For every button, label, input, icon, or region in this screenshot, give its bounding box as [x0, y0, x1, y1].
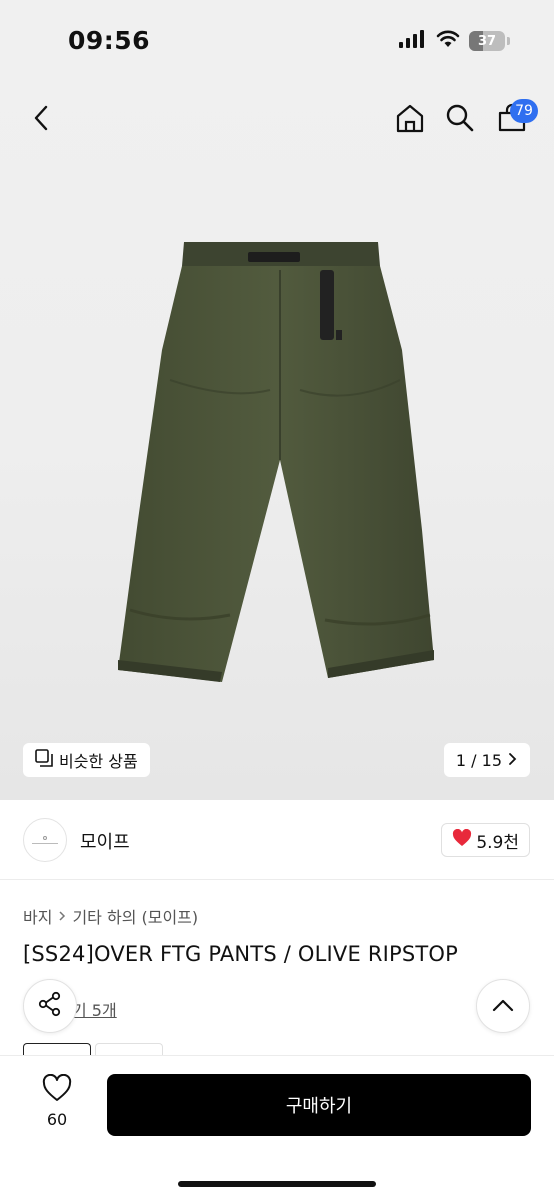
top-nav [0, 90, 554, 150]
chevron-right-icon [58, 907, 66, 926]
seller-like-count: 5.9천 [476, 832, 519, 853]
share-icon [37, 991, 63, 1021]
seller-row[interactable]: 모이프 5.9천 [0, 800, 554, 880]
product-title: [SS24]OVER FTG PANTS / OLIVE RIPSTOP [23, 942, 459, 966]
back-icon [32, 104, 52, 136]
battery-tip [507, 37, 510, 45]
home-indicator [178, 1181, 376, 1187]
heart-outline-icon [42, 1073, 72, 1106]
scroll-top-button[interactable] [476, 979, 530, 1033]
home-icon [394, 102, 426, 138]
wish-count: 60 [46, 1110, 68, 1129]
buy-button[interactable]: 구매하기 [107, 1074, 531, 1136]
bottom-action-bar: 60 구매하기 [0, 1055, 554, 1200]
seller-name[interactable]: 모이프 [80, 828, 130, 854]
wifi-icon [436, 30, 460, 52]
chevron-up-icon [492, 997, 514, 1016]
seller-like-button[interactable]: 5.9천 [441, 823, 530, 857]
image-page-indicator[interactable]: 1 / 15 [443, 743, 530, 777]
chevron-right-icon [508, 751, 518, 770]
product-gallery[interactable]: 09:56 37 79 비슷한 상품 1 / 15 [0, 0, 554, 800]
review-link[interactable]: 기 5개 [72, 997, 117, 1021]
search-icon [445, 103, 475, 137]
home-button[interactable] [390, 100, 430, 140]
similar-products-button[interactable]: 비슷한 상품 [23, 743, 150, 777]
breadcrumb-category[interactable]: 바지 [23, 904, 52, 928]
share-button[interactable] [23, 979, 77, 1033]
wish-button[interactable]: 60 [30, 1073, 84, 1138]
similar-label: 비슷한 상품 [59, 752, 138, 771]
battery-icon: 37 [469, 31, 505, 51]
heart-filled-icon [452, 828, 472, 852]
cart-badge: 79 [510, 99, 538, 123]
breadcrumb-subcategory[interactable]: 기타 하의 (모이프) [72, 904, 198, 928]
status-time: 09:56 [68, 26, 151, 55]
similar-icon [35, 749, 53, 771]
status-bar: 09:56 37 [0, 0, 554, 84]
back-button[interactable] [22, 100, 62, 140]
breadcrumb: 바지 기타 하의 (모이프) [23, 904, 198, 928]
seller-avatar[interactable] [23, 818, 67, 862]
product-image[interactable] [110, 230, 450, 690]
status-icons: 37 [399, 30, 510, 52]
battery-level: 37 [477, 33, 497, 49]
page-indicator-text: 1 / 15 [455, 750, 502, 770]
signal-icon [399, 30, 427, 52]
search-button[interactable] [440, 100, 480, 140]
